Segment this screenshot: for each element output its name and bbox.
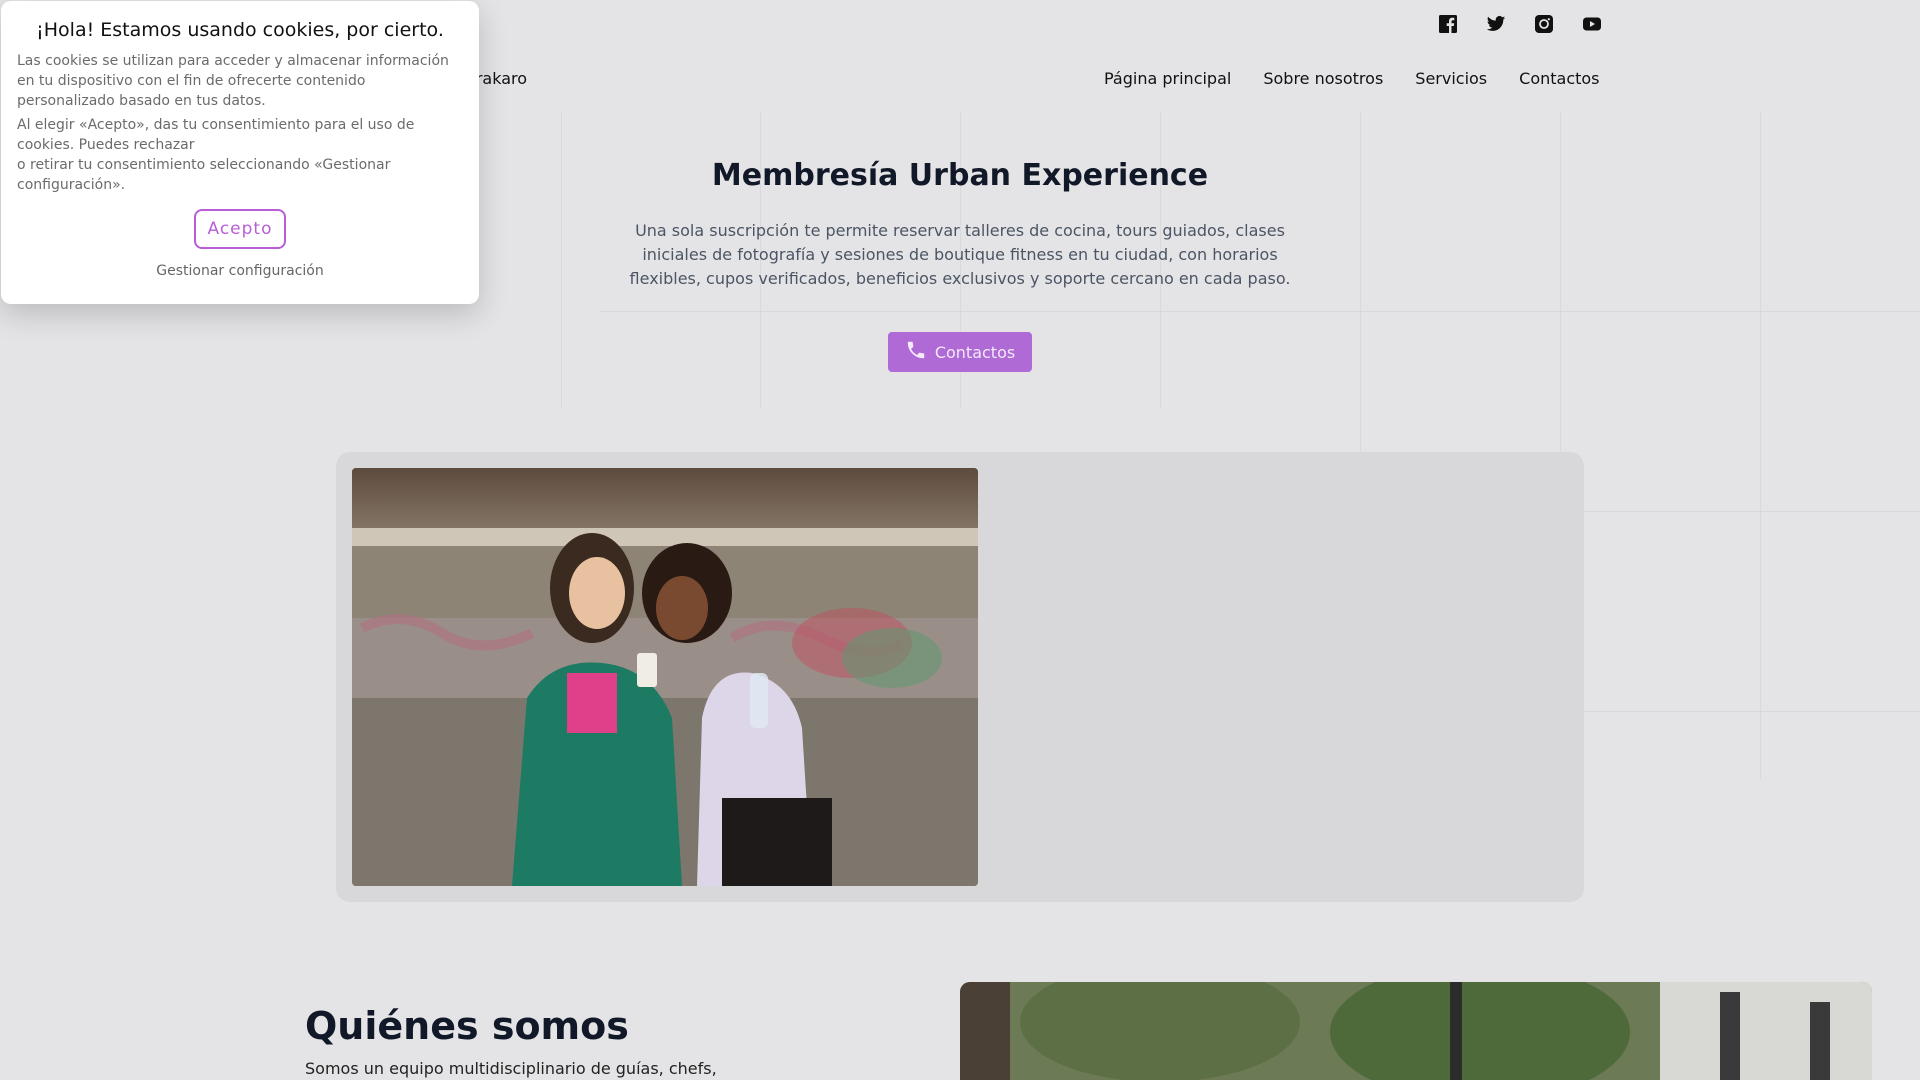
hero-photo <box>352 468 978 886</box>
manage-settings-link[interactable]: Gestionar configuración <box>17 263 463 279</box>
about-photo <box>960 982 1872 1080</box>
youtube-icon[interactable] <box>1581 13 1603 35</box>
nav-item-services[interactable]: Servicios <box>1415 69 1487 88</box>
about-title: Quiénes somos <box>305 1004 629 1048</box>
main-nav: Página principal Sobre nosotros Servicio… <box>1104 69 1600 88</box>
contact-button[interactable]: Contactos <box>888 332 1032 372</box>
phone-icon <box>905 339 927 365</box>
facebook-icon[interactable] <box>1437 13 1459 35</box>
cookie-title: ¡Hola! Estamos usando cookies, por ciert… <box>36 19 444 41</box>
nav-item-home[interactable]: Página principal <box>1104 69 1231 88</box>
nav-item-contacts[interactable]: Contactos <box>1519 69 1599 88</box>
cookie-paragraph: Las cookies se utilizan para acceder y a… <box>17 53 449 109</box>
hero-description: Una sola suscripción te permite reservar… <box>629 221 1291 288</box>
cookie-withdraw-text: o retirar tu consentimiento seleccionand… <box>17 157 391 193</box>
instagram-icon[interactable] <box>1533 13 1555 35</box>
cookie-consent-text: Al elegir «Acepto», das tu consentimient… <box>17 117 415 153</box>
social-links <box>1437 13 1603 35</box>
twitter-icon[interactable] <box>1485 13 1507 35</box>
about-text: Somos un equipo multidisciplinario de gu… <box>305 1059 717 1078</box>
nav-item-about[interactable]: Sobre nosotros <box>1263 69 1383 88</box>
cookie-paragraph: Al elegir «Acepto», das tu consentimient… <box>17 115 463 195</box>
accept-cookies-button[interactable]: Acepto <box>194 209 286 249</box>
cookie-banner: ¡Hola! Estamos usando cookies, por ciert… <box>1 1 479 304</box>
contact-button-label: Contactos <box>934 342 1016 362</box>
